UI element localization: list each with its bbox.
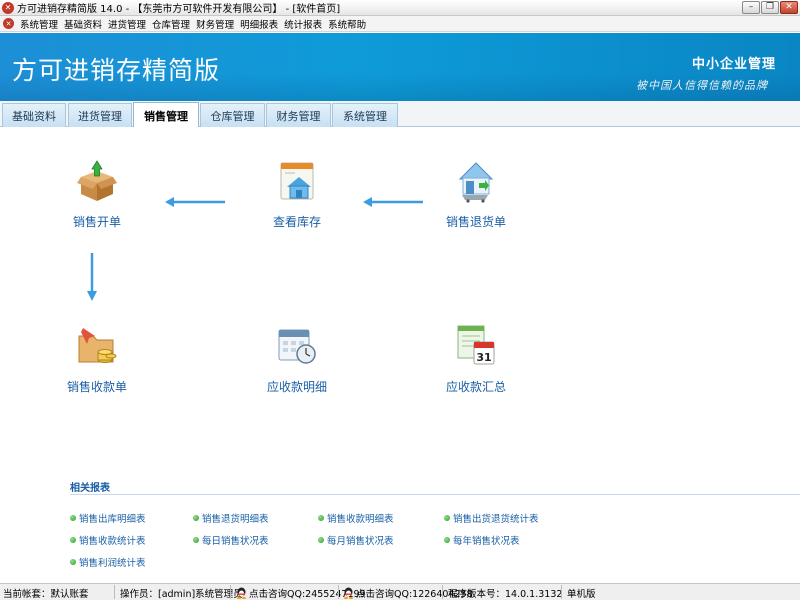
- receivable-detail-button[interactable]: 应收款明细: [252, 322, 342, 395]
- box-icon: [77, 160, 117, 201]
- tab-warehouse[interactable]: 仓库管理: [200, 103, 265, 127]
- svg-text:31: 31: [476, 351, 491, 364]
- banner-title: 方可进销存精简版: [12, 56, 221, 85]
- sales-workflow-panel: 销售开单 查看库存 销售退货单 销售收款单 应收款明细 31 应收款汇总 相关报…: [0, 127, 800, 583]
- qq-penguin-icon: [344, 587, 353, 599]
- status-divider: [230, 585, 231, 599]
- status-bar: 当前帐套：默认账套 操作员：[admin]系统管理员 点击咨询QQ:245524…: [0, 583, 800, 600]
- related-reports-title: 相关报表: [70, 483, 110, 494]
- bullet-icon: [444, 537, 450, 543]
- report-link[interactable]: 销售收款统计表: [70, 533, 146, 547]
- menu-basic-data[interactable]: 基础资料: [61, 17, 105, 31]
- report-link[interactable]: 销售收款明细表: [318, 511, 394, 525]
- app-logo-icon: ✕: [2, 1, 14, 14]
- bullet-icon: [318, 515, 324, 521]
- menu-system[interactable]: 系统管理: [17, 17, 61, 31]
- title-bar: ✕ 方可进销存精简版 14.0 - 【东莞市方可软件开发有限公司】 - [软件首…: [0, 0, 800, 16]
- status-account: 当前帐套：默认账套: [3, 589, 89, 600]
- sales-order-button[interactable]: 销售开单: [52, 157, 142, 230]
- sales-order-label: 销售开单: [72, 215, 121, 229]
- flow-arrow-down: [87, 253, 97, 301]
- module-tabs: 基础资料 进货管理 销售管理 仓库管理 财务管理 系统管理: [0, 101, 800, 128]
- menu-stat-reports[interactable]: 统计报表: [281, 17, 325, 31]
- status-operator: 操作员：[admin]系统管理员: [120, 589, 243, 600]
- report-link[interactable]: 销售出货退货统计表: [444, 511, 539, 525]
- minimize-icon[interactable]: –: [742, 1, 760, 14]
- bullet-icon: [318, 537, 324, 543]
- report-link[interactable]: 每月销售状况表: [318, 533, 394, 547]
- report-link[interactable]: 销售利润统计表: [70, 555, 146, 569]
- menu-purchase[interactable]: 进货管理: [105, 17, 149, 31]
- window-controls: – ❐ ✕: [742, 1, 798, 14]
- return-house-icon: [458, 162, 494, 203]
- menu-warehouse[interactable]: 仓库管理: [149, 17, 193, 31]
- status-divider: [114, 585, 115, 599]
- window-title: 方可进销存精简版 14.0 - 【东莞市方可软件开发有限公司】 - [软件首页]: [17, 4, 341, 15]
- calendar-clock-icon: [278, 329, 316, 364]
- sales-receipt-button[interactable]: 销售收款单: [52, 322, 142, 395]
- menu-help[interactable]: 系统帮助: [325, 17, 369, 31]
- receivable-summary-label: 应收款汇总: [445, 380, 506, 394]
- receivable-detail-label: 应收款明细: [266, 380, 327, 394]
- status-divider: [561, 585, 562, 599]
- tab-finance[interactable]: 财务管理: [266, 103, 331, 127]
- status-divider: [442, 585, 443, 599]
- header-banner: 方可进销存精简版 中小企业管理 被中国人信得信赖的品牌: [0, 33, 800, 101]
- menu-detail-reports[interactable]: 明细报表: [237, 17, 281, 31]
- reports-divider: [70, 494, 800, 495]
- status-divider: [338, 585, 339, 599]
- report-link[interactable]: 销售出库明细表: [70, 511, 146, 525]
- view-stock-button[interactable]: 查看库存: [252, 157, 342, 230]
- tab-purchase[interactable]: 进货管理: [68, 103, 132, 127]
- menu-finance[interactable]: 财务管理: [193, 17, 237, 31]
- sales-return-button[interactable]: 销售退货单: [431, 157, 521, 230]
- flow-arrow-left: [165, 197, 225, 207]
- report-link[interactable]: 每年销售状况表: [444, 533, 520, 547]
- close-icon[interactable]: ✕: [780, 1, 798, 14]
- bullet-icon: [70, 537, 76, 543]
- bullet-icon: [193, 537, 199, 543]
- report-link[interactable]: 每日销售状况表: [193, 533, 269, 547]
- coins-folder-icon: [78, 328, 117, 363]
- bullet-icon: [70, 559, 76, 565]
- restore-icon[interactable]: ❐: [761, 1, 779, 14]
- flow-arrow-left: [363, 197, 423, 207]
- qq-penguin-icon: [237, 587, 246, 599]
- tab-basic-data[interactable]: 基础资料: [2, 103, 66, 127]
- view-stock-label: 查看库存: [272, 215, 321, 229]
- sales-receipt-label: 销售收款单: [66, 380, 127, 394]
- tab-system[interactable]: 系统管理: [332, 103, 398, 127]
- tab-sales[interactable]: 销售管理: [133, 102, 199, 128]
- bullet-icon: [444, 515, 450, 521]
- banner-tagline: 被中国人信得信赖的品牌: [636, 79, 768, 92]
- sales-return-label: 销售退货单: [445, 215, 506, 229]
- report-link[interactable]: 销售退货明细表: [193, 511, 269, 525]
- menu-bar: ✕ 系统管理 基础资料 进货管理 仓库管理 财务管理 明细报表 统计报表 系统帮…: [0, 16, 800, 32]
- status-edition: 单机版: [567, 589, 596, 600]
- calendar-31-icon: 31: [457, 325, 495, 365]
- bullet-icon: [70, 515, 76, 521]
- app-menu-icon[interactable]: ✕: [3, 18, 14, 29]
- banner-slogan: 中小企业管理: [691, 57, 776, 72]
- status-version: 程序版本号：14.0.1.3132: [448, 589, 563, 600]
- warehouse-icon: [280, 162, 314, 200]
- receivable-summary-button[interactable]: 31 应收款汇总: [431, 322, 521, 395]
- bullet-icon: [193, 515, 199, 521]
